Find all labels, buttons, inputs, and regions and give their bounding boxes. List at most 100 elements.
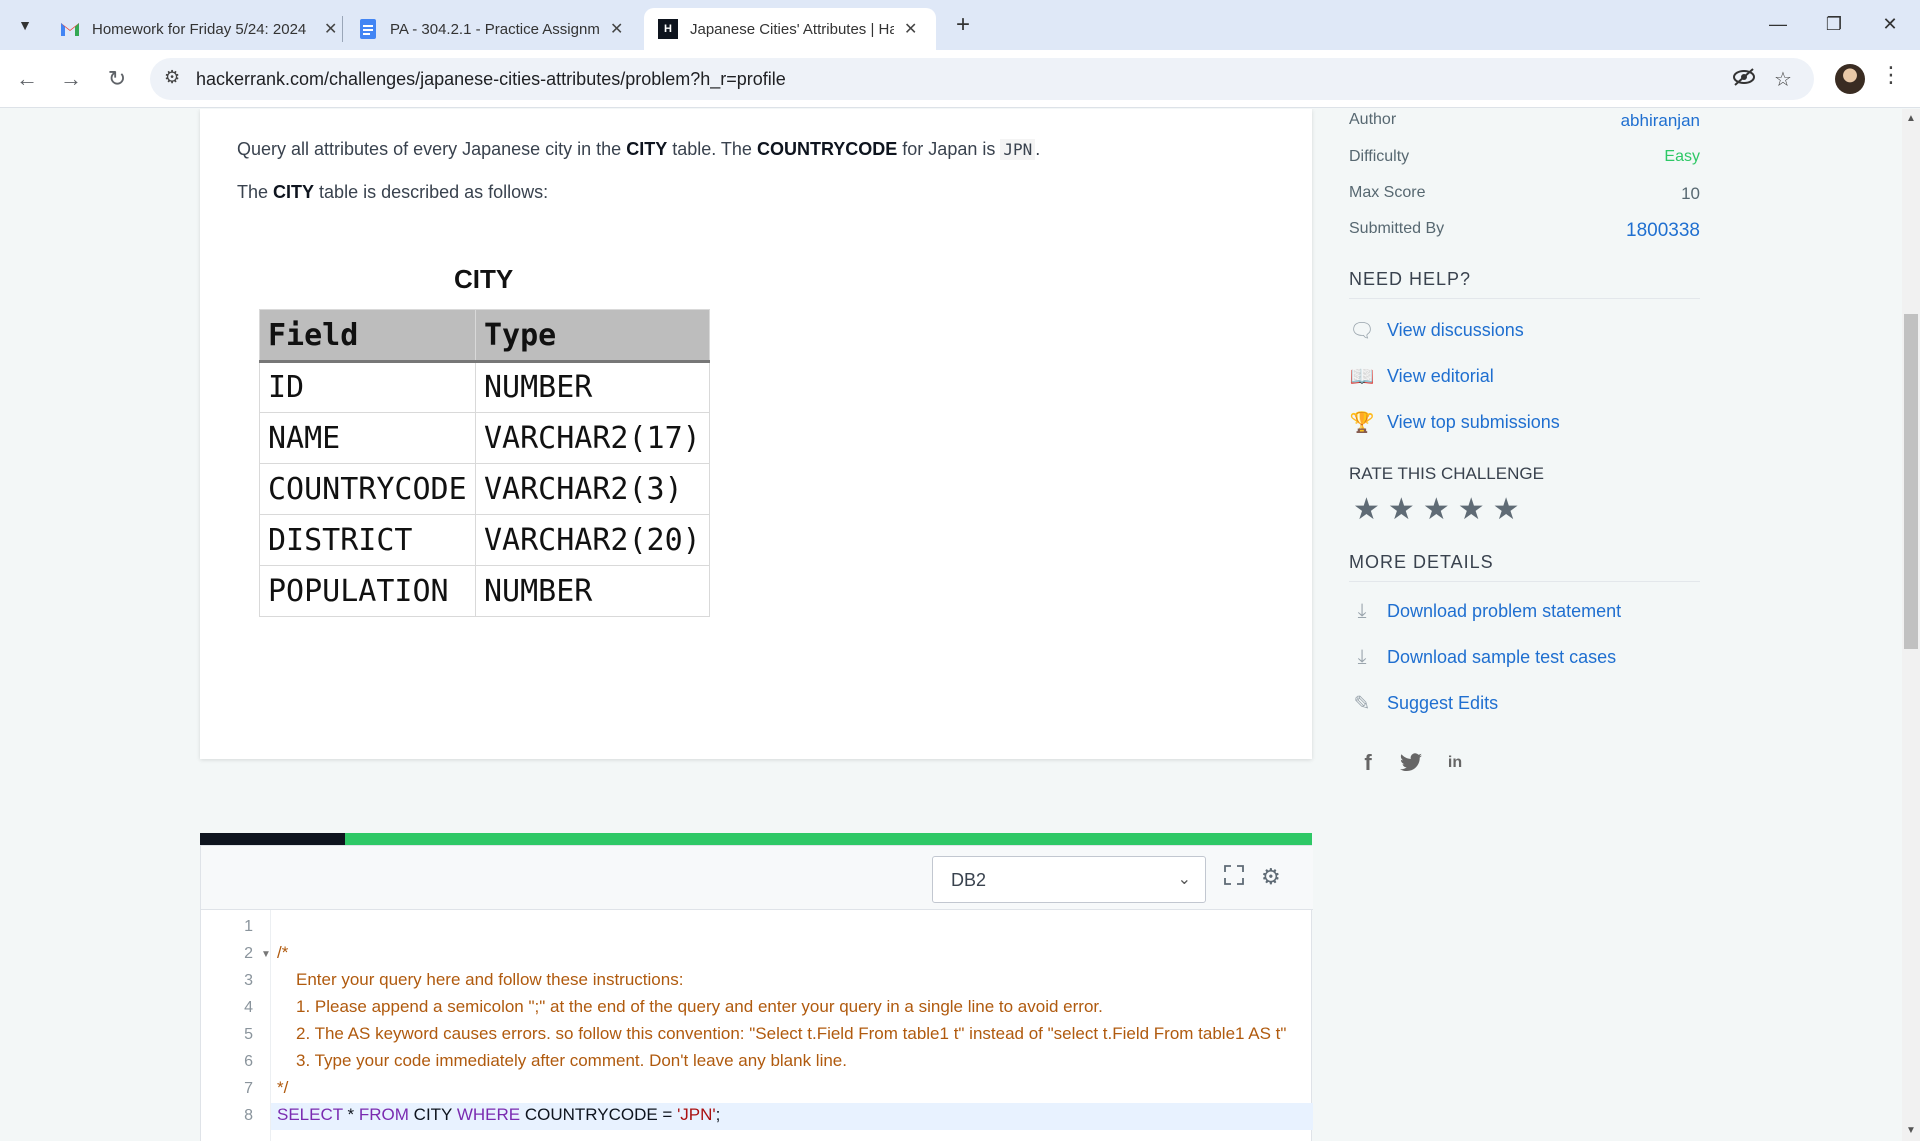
close-icon[interactable]: ✕ [904,19,917,39]
table-cell: VARCHAR2(17) [475,412,710,464]
forward-icon[interactable]: → [54,62,88,96]
table-cell: NUMBER [475,361,710,413]
address-bar[interactable]: ⚙ hackerrank.com/challenges/japanese-cit… [150,58,1814,100]
submitted-by-link[interactable]: 1800338 [1626,220,1700,242]
code-area[interactable]: 1 2 ▼ 3 4 5 6 7 8 /* Enter your query he… [201,910,1313,1141]
scroll-thumb[interactable] [1904,314,1918,649]
table-caption: CITY [454,264,514,294]
table-cell: NAME [259,412,476,464]
tab-search-icon[interactable]: ▼ [10,10,40,40]
tab-docs[interactable]: PA - 304.2.1 - Practice Assignment ✕ [344,8,637,50]
suggest-edits-link[interactable]: ✎ Suggest Edits [1349,689,1498,717]
hackerrank-icon: H [658,19,678,39]
line-number: 5 [244,1026,253,1043]
tab-separator [342,16,343,42]
code-line: 2. The AS keyword causes errors. so foll… [296,1024,1287,1043]
browser-toolbar: ← → ↻ ⚙ hackerrank.com/challenges/japane… [0,50,1920,108]
table-cell: COUNTRYCODE [259,463,476,515]
window-close-icon[interactable]: ✕ [1870,8,1910,40]
more-menu-icon[interactable]: ⋮ [1880,62,1902,88]
code-line: */ [277,1078,289,1097]
site-settings-icon[interactable]: ⚙ [164,67,180,88]
table-row: COUNTRYCODE VARCHAR2(3) [259,463,710,515]
browser-tab-strip: ▼ Homework for Friday 5/24: 2024 ✕ PA - … [0,0,1920,50]
author-link[interactable]: abhiranjan [1621,111,1700,131]
discussion-icon: 🗨 [1349,319,1375,342]
back-icon[interactable]: ← [10,62,44,96]
star-icon[interactable]: ★ [1458,495,1485,525]
tab-title: Japanese Cities' Attributes | HackerRank [690,20,894,38]
max-score-value: 10 [1681,184,1700,203]
settings-gear-icon[interactable]: ⚙ [1261,864,1281,890]
difficulty-value: Easy [1664,148,1700,165]
close-icon[interactable]: ✕ [610,19,623,39]
table-header-row: Field Type [259,309,710,363]
tracking-protection-icon[interactable] [1732,67,1756,93]
linkedin-icon[interactable]: in [1441,749,1469,777]
download-problem-statement-link[interactable]: ⤓ Download problem statement [1349,597,1622,625]
tab-title: PA - 304.2.1 - Practice Assignment [390,20,600,38]
star-icon[interactable]: ★ [1388,495,1415,525]
view-discussions-link[interactable]: 🗨 View discussions [1349,316,1523,344]
meta-max-score: Max Score 10 [1349,184,1700,203]
line-number: 3 [244,972,253,989]
language-select[interactable]: DB2 ⌄ [932,856,1206,903]
line-number: 6 [244,1053,253,1070]
view-top-submissions-link[interactable]: 🏆 View top submissions [1349,408,1560,436]
fullscreen-icon[interactable] [1223,864,1245,892]
rate-heading: RATE THIS CHALLENGE [1349,464,1544,483]
table-row: ID NUMBER [259,361,710,413]
line-number: 4 [244,999,253,1016]
line-number: 7 [244,1080,253,1097]
problem-text-line-2: The CITY table is described as follows: [237,182,549,202]
new-tab-button[interactable]: + [948,10,978,40]
gmail-icon [60,19,80,39]
bookmark-star-icon[interactable]: ☆ [1774,67,1792,92]
code-line: Enter your query here and follow these i… [296,970,684,989]
url-text[interactable]: hackerrank.com/challenges/japanese-citie… [196,69,786,90]
star-icon[interactable]: ★ [1353,495,1380,525]
more-details-heading: MORE DETAILS [1349,552,1700,582]
page-scrollbar[interactable]: ▲ ▼ [1902,109,1920,1141]
minimize-icon[interactable]: — [1758,8,1798,40]
fold-arrow-icon[interactable]: ▼ [261,949,271,960]
code-line: /* [277,943,289,962]
table-cell: POPULATION [259,565,476,617]
line-number: 8 [244,1107,253,1124]
scroll-up-icon[interactable]: ▲ [1906,113,1916,124]
docs-icon [358,19,378,39]
line-number: 2 [244,945,253,962]
trophy-icon: 🏆 [1349,411,1375,434]
tab-title: Homework for Friday 5/24: 2024 [92,20,307,38]
problem-statement-card: Query all attributes of every Japanese c… [200,109,1312,759]
problem-text-line-1: Query all attributes of every Japanese c… [237,139,1041,160]
close-icon[interactable]: ✕ [324,19,337,39]
download-icon: ⤓ [1357,599,1367,622]
tab-hackerrank[interactable]: H Japanese Cities' Attributes | HackerRa… [644,8,936,50]
code-line: 1. Please append a semicolon ";" at the … [296,997,1103,1016]
reload-icon[interactable]: ↻ [100,62,134,96]
table-header-cell: Field [259,309,476,363]
avatar[interactable] [1835,64,1865,94]
meta-difficulty: Difficulty Easy [1349,148,1700,165]
need-help-heading: NEED HELP? [1349,269,1700,299]
view-editorial-link[interactable]: 📖 View editorial [1349,362,1494,390]
table-row: POPULATION NUMBER [259,565,710,617]
tab-gmail[interactable]: Homework for Friday 5/24: 2024 ✕ [46,8,351,50]
table-header-cell: Type [475,309,710,363]
star-icon[interactable]: ★ [1493,495,1520,525]
meta-author: Author abhiranjan [1349,111,1700,131]
star-icon[interactable]: ★ [1423,495,1450,525]
rating-stars: ★ ★ ★ ★ ★ [1353,495,1520,525]
download-sample-test-cases-link[interactable]: ⤓ Download sample test cases [1349,643,1617,671]
restore-icon[interactable]: ❐ [1814,8,1854,40]
current-code-line[interactable]: SELECT * FROM CITY WHERE COUNTRYCODE = '… [271,1103,1313,1130]
table-row: DISTRICT VARCHAR2(20) [259,514,710,566]
page-content: Query all attributes of every Japanese c… [0,109,1920,1141]
twitter-icon[interactable] [1397,749,1425,777]
chevron-down-icon: ⌄ [1177,871,1191,888]
download-icon: ⤓ [1357,645,1367,668]
scroll-down-icon[interactable]: ▼ [1906,1125,1916,1136]
table-row: NAME VARCHAR2(17) [259,412,710,464]
facebook-icon[interactable]: f [1354,749,1382,777]
